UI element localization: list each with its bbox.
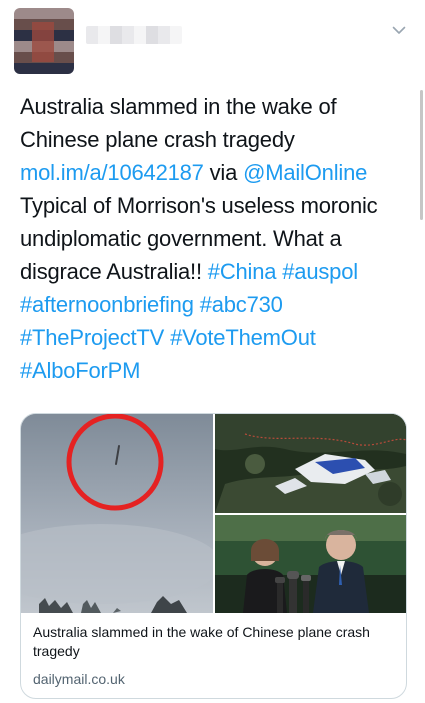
hashtag-link[interactable]: #VoteThemOut <box>170 325 316 350</box>
card-domain: dailymail.co.uk <box>33 671 125 687</box>
plane-in-sky-image <box>21 414 221 613</box>
tweet[interactable]: Australia slammed in the wake of Chinese… <box>0 0 425 703</box>
tweet-text-segment: via <box>203 160 244 185</box>
sky-photo <box>21 414 221 613</box>
tweet-text-segment: Australia slammed in the wake of Chinese… <box>20 94 337 152</box>
hashtag-link[interactable]: #afternoonbriefing <box>20 292 194 317</box>
chevron-down-icon[interactable] <box>391 22 407 38</box>
crash-debris-photo <box>215 414 406 513</box>
mention-link[interactable]: @MailOnline <box>243 160 367 185</box>
author-name-redacted[interactable] <box>86 26 182 44</box>
hashtag-link[interactable]: #AlboForPM <box>20 358 140 383</box>
hashtag-link[interactable]: #abc730 <box>200 292 283 317</box>
hashtag-link[interactable]: #China <box>208 259 277 284</box>
hashtag-link[interactable]: #TheProjectTV <box>20 325 164 350</box>
article-link[interactable]: mol.im/a/10642187 <box>20 160 204 185</box>
avatar[interactable] <box>14 8 74 74</box>
link-preview-card[interactable]: Australia slammed in the wake of Chinese… <box>20 413 407 699</box>
debris-image <box>215 414 406 513</box>
press-conference-photo <box>215 515 406 613</box>
press-conference-image <box>215 515 406 613</box>
card-title[interactable]: Australia slammed in the wake of Chinese… <box>33 623 393 661</box>
tweet-header <box>0 0 425 80</box>
card-image-collage[interactable] <box>21 414 406 613</box>
tweet-text: Australia slammed in the wake of Chinese… <box>20 90 412 387</box>
hashtag-link[interactable]: #auspol <box>282 259 358 284</box>
scrollbar[interactable] <box>420 90 423 220</box>
